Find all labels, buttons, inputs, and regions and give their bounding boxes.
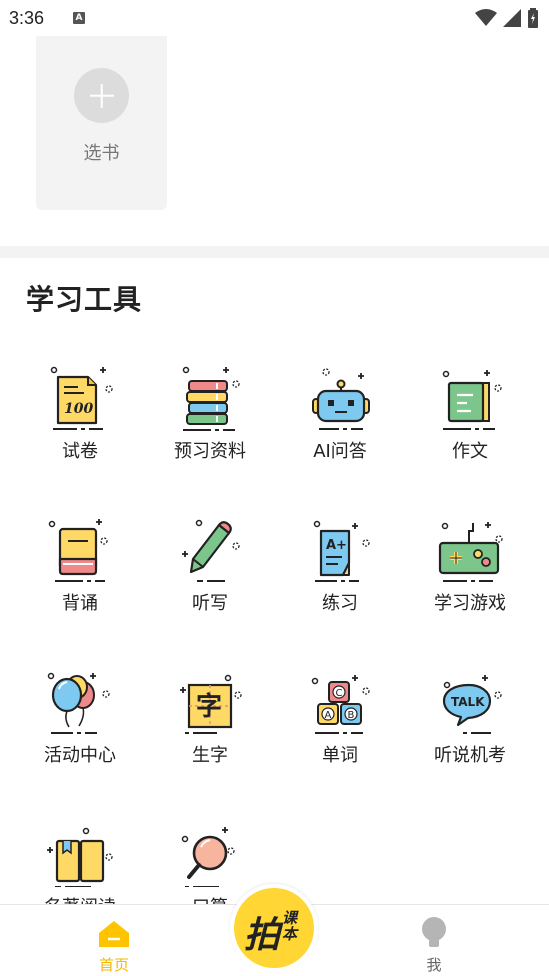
tool-label: 练习	[322, 593, 358, 614]
robot-icon	[312, 368, 370, 430]
tool-new-characters[interactable]: 字 生字	[145, 659, 275, 789]
tool-words[interactable]: C A B 单词	[275, 659, 405, 789]
nav-me-label: 我	[426, 956, 442, 974]
status-bar: 3:36 A	[0, 0, 549, 36]
tool-label: 背诵	[62, 593, 98, 614]
svg-text:字: 字	[196, 691, 222, 722]
section-title: 学习工具	[26, 283, 143, 316]
svg-text:TALK: TALK	[451, 695, 485, 709]
tool-label: 学习游戏	[434, 593, 506, 614]
a-plus-paper-icon: A+	[313, 520, 370, 582]
signal-icon	[503, 9, 521, 27]
camera-sub-label: 课本	[282, 909, 298, 943]
wifi-icon	[475, 9, 497, 26]
home-icon	[99, 921, 129, 947]
exam-paper-icon: 100	[50, 366, 113, 430]
abc-blocks-icon: C A B	[311, 675, 370, 734]
battery-icon	[528, 8, 538, 28]
tool-activity-center[interactable]: 活动中心	[15, 659, 145, 789]
tool-preview-material[interactable]: 预习资料	[145, 355, 275, 485]
tool-label: 试卷	[62, 441, 98, 462]
tool-speaking-test[interactable]: TALK 听说机考	[405, 659, 535, 789]
select-book-label: 选书	[83, 143, 120, 164]
magnifier-icon	[181, 827, 235, 887]
svg-text:A+: A+	[326, 538, 347, 553]
talk-bubble-icon: TALK	[442, 675, 502, 734]
tool-composition[interactable]: 作文	[405, 355, 535, 485]
tool-ai-qa[interactable]: AI问答	[275, 355, 405, 485]
character-card-icon: 字	[180, 674, 242, 734]
tool-label: 生字	[192, 745, 228, 766]
section-divider	[0, 246, 549, 258]
tool-label: 单词	[322, 745, 358, 766]
book-stack-icon	[182, 366, 240, 431]
tool-recite[interactable]: 背诵	[15, 507, 145, 637]
tool-label: AI问答	[313, 441, 367, 462]
status-time: 3:36	[9, 8, 45, 28]
tool-learning-game[interactable]: 学习游戏	[405, 507, 535, 637]
tool-label: 活动中心	[44, 745, 116, 766]
svg-text:B: B	[348, 710, 355, 721]
camera-textbook-button[interactable]: 拍 课本	[230, 884, 318, 972]
add-icon	[74, 68, 129, 123]
closed-book-icon	[48, 519, 108, 582]
nav-home-label: 首页	[98, 956, 129, 974]
status-icons	[475, 8, 539, 28]
camera-main-label: 拍	[244, 915, 281, 956]
notebook-icon	[442, 370, 502, 430]
tool-dictation[interactable]: 听写	[145, 507, 275, 637]
person-icon	[422, 917, 446, 947]
nav-home-tab[interactable]: 首页	[84, 913, 144, 974]
tool-practice[interactable]: A+ 练习	[275, 507, 405, 637]
svg-text:100: 100	[64, 401, 93, 417]
gamepad-icon	[438, 522, 503, 582]
notification-icon: A	[73, 12, 85, 24]
open-book-icon	[47, 827, 113, 887]
tool-label: 听写	[192, 593, 228, 614]
balloons-icon	[47, 672, 110, 734]
select-book-card[interactable]: 选书	[36, 36, 167, 210]
tool-label: 预习资料	[174, 441, 246, 462]
tool-label: 听说机考	[434, 745, 506, 766]
pencil-icon	[182, 519, 240, 582]
nav-me-tab[interactable]: 我	[404, 913, 464, 974]
svg-text:C: C	[336, 688, 343, 699]
tool-label: 作文	[452, 441, 488, 462]
svg-text:A: A	[325, 710, 332, 721]
tool-exam[interactable]: 100 试卷	[15, 355, 145, 485]
